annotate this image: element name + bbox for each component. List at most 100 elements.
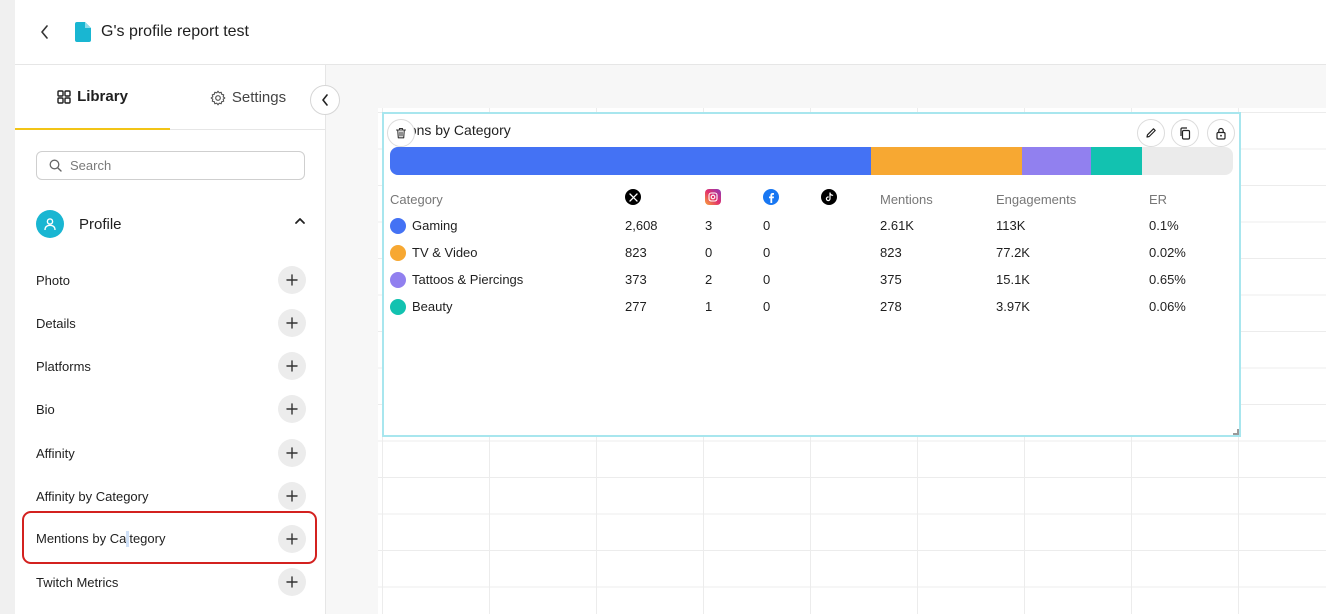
chevron-left-icon — [41, 25, 48, 39]
category-name: TV & Video — [412, 245, 478, 260]
library-item-label: Mentions by Ca tegory — [36, 531, 165, 548]
col-header-mentions: Mentions — [880, 192, 933, 207]
library-item-label-part: Mentions by Ca — [36, 530, 127, 546]
engagements-value: 3.97K — [996, 299, 1030, 314]
mentions-value: 2.61K — [880, 218, 914, 233]
plus-icon — [286, 274, 298, 286]
col-header-engagements: Engagements — [996, 192, 1077, 207]
mentions-stacked-bar — [390, 147, 1233, 175]
add-twitch-metrics-button[interactable] — [278, 568, 306, 596]
profile-section-label: Profile — [79, 215, 122, 233]
instagram-icon — [705, 189, 721, 205]
mentions-value: 278 — [880, 299, 902, 314]
grid-icon — [57, 89, 71, 104]
profile-section-header[interactable]: Profile — [36, 208, 306, 240]
library-item-label: Affinity — [36, 445, 75, 461]
add-photo-button[interactable] — [278, 266, 306, 294]
engagements-value: 15.1K — [996, 272, 1030, 287]
instagram-count: 0 — [705, 245, 713, 260]
stacked-bar-segment-tattoos-piercings — [1021, 147, 1091, 175]
document-icon — [75, 22, 91, 42]
add-affinity-button[interactable] — [278, 439, 306, 467]
profile-avatar — [36, 210, 64, 238]
search-input[interactable] — [70, 158, 290, 173]
x-count: 277 — [625, 299, 647, 314]
library-item-label-part: tegory — [129, 530, 166, 546]
table-row: Tattoos & Piercings 373 2 0 375 15.1K 0.… — [390, 266, 1233, 293]
library-item-label: Twitch Metrics — [36, 574, 119, 590]
plus-icon — [286, 360, 298, 372]
tab-settings-label: Settings — [231, 89, 287, 106]
category-cell: TV & Video — [390, 244, 478, 262]
add-details-button[interactable] — [278, 309, 306, 337]
gear-icon — [210, 90, 226, 105]
category-color-dot — [390, 244, 406, 261]
x-count: 2,608 — [625, 218, 658, 233]
stacked-bar-segment-tv-video — [870, 147, 1022, 175]
facebook-count: 0 — [763, 245, 771, 260]
trash-icon — [395, 127, 407, 139]
library-item-photo: Photo — [36, 265, 306, 295]
collapse-sidebar-button[interactable] — [310, 85, 340, 115]
mentions-by-category-widget[interactable]: ntions by Category Category Mentions Eng… — [382, 112, 1241, 437]
x-count: 373 — [625, 272, 647, 287]
duplicate-widget-button[interactable] — [1171, 119, 1199, 147]
facebook-count: 0 — [763, 218, 771, 233]
category-name: Gaming — [412, 218, 458, 233]
edit-widget-button[interactable] — [1137, 119, 1165, 147]
back-button[interactable] — [35, 21, 55, 43]
stacked-bar-segment-beauty — [1090, 147, 1143, 175]
er-value: 0.65% — [1149, 272, 1186, 287]
er-value: 0.06% — [1149, 299, 1186, 314]
library-item-affinity-by-category: Affinity by Category — [36, 481, 306, 511]
plus-icon — [286, 403, 298, 415]
col-header-tiktok — [821, 189, 837, 205]
library-item-label: Details — [36, 315, 76, 331]
col-header-er: ER — [1149, 192, 1168, 207]
library-item-platforms: Platforms — [36, 351, 306, 381]
category-name: Tattoos & Piercings — [412, 272, 524, 287]
plus-icon — [286, 576, 298, 588]
instagram-count: 1 — [705, 299, 713, 314]
category-color-dot — [390, 271, 406, 288]
left-edge-strip — [0, 0, 15, 614]
library-item-label: Affinity by Category — [36, 488, 149, 504]
library-item-label: Bio — [36, 401, 55, 417]
instagram-count: 2 — [705, 272, 713, 287]
category-cell: Gaming — [390, 217, 458, 235]
library-item-twitch-metrics: Twitch Metrics — [36, 567, 306, 597]
lock-widget-button[interactable] — [1207, 119, 1235, 147]
facebook-count: 0 — [763, 272, 771, 287]
search-icon — [49, 159, 62, 172]
plus-icon — [286, 317, 298, 329]
page-title: G's profile report test — [101, 23, 249, 40]
table-header-row: Category Mentions Engagements ER — [390, 186, 1233, 212]
plus-icon — [286, 490, 298, 502]
er-value: 0.1% — [1149, 218, 1179, 233]
engagements-value: 77.2K — [996, 245, 1030, 260]
search-box — [36, 151, 305, 180]
tab-library[interactable]: Library — [15, 65, 170, 130]
table-row: TV & Video 823 0 0 823 77.2K 0.02% — [390, 239, 1233, 266]
x-icon — [625, 189, 641, 205]
library-item-bio: Bio — [36, 394, 306, 424]
top-header: G's profile report test — [15, 0, 1326, 65]
add-affinity-by-category-button[interactable] — [278, 482, 306, 510]
col-header-instagram — [705, 189, 721, 205]
library-item-label: Photo — [36, 272, 70, 288]
copy-icon — [1180, 126, 1191, 140]
col-header-category: Category — [390, 192, 443, 207]
library-item-mentions-by-category: Mentions by Ca tegory — [36, 524, 306, 554]
pencil-icon — [1146, 128, 1156, 138]
col-header-facebook — [763, 189, 779, 206]
category-table: Category Mentions Engagements ER Gaming … — [390, 186, 1233, 320]
plus-icon — [286, 447, 298, 459]
sidebar-tabs: Library Settings — [15, 65, 325, 130]
add-platforms-button[interactable] — [278, 352, 306, 380]
add-bio-button[interactable] — [278, 395, 306, 423]
library-sidebar: Library Settings Profile Photo Details P… — [15, 65, 326, 614]
add-mentions-by-category-button[interactable] — [278, 525, 306, 553]
resize-handle[interactable] — [1233, 429, 1239, 435]
tab-settings[interactable]: Settings — [170, 65, 326, 130]
delete-widget-button[interactable] — [387, 119, 415, 147]
